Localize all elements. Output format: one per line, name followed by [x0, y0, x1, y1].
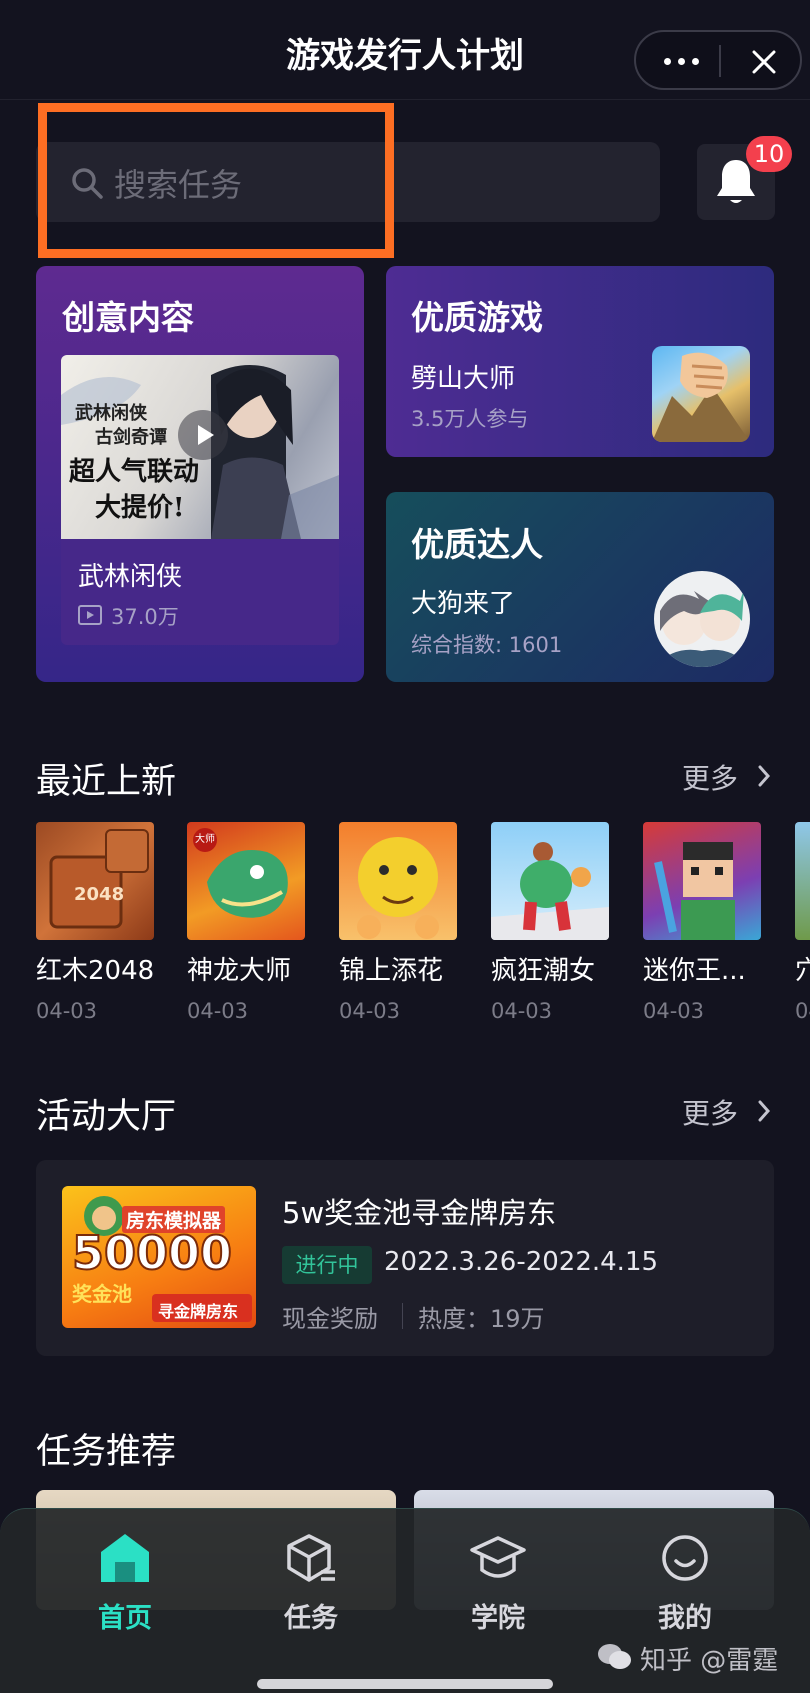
recent-game-date: 04-03 [491, 999, 553, 1023]
video-views-icon [78, 605, 102, 625]
recent-game-item[interactable]: 大师 神龙大师 04-03 [187, 822, 305, 1023]
game-icon [652, 346, 750, 442]
mini-program-capsule [634, 30, 802, 90]
recent-game-item[interactable]: 锦上添花 04-03 [339, 822, 457, 1023]
recent-game-icon [339, 822, 457, 940]
thumb-caption-4: 大提价! [95, 493, 185, 523]
nav-academy-label: 学院 [471, 1603, 525, 1634]
recent-game-icon [491, 822, 609, 940]
recent-game-icon-label: 大师 [193, 828, 217, 852]
recent-game-name: 迷你王... [643, 956, 746, 986]
activity-title: 5w奖金池寻金牌房东 [282, 1196, 557, 1230]
recent-section-title: 最近上新 [36, 762, 177, 802]
capsule-divider [719, 45, 721, 77]
recent-game-name: 疯狂潮女 [491, 956, 596, 986]
more-options-icon[interactable] [656, 48, 706, 74]
game-name: 劈山大师 [411, 364, 516, 394]
nav-home-label: 首页 [98, 1603, 152, 1634]
notification-badge: 10 [746, 136, 792, 172]
activity-section-title: 活动大厅 [36, 1097, 177, 1137]
nav-academy[interactable]: 学院 [443, 1530, 553, 1635]
activity-thumb-line-4: 寻金牌房东 [158, 1302, 239, 1321]
video-views: 37.0万 [111, 605, 179, 629]
recent-game-icon [643, 822, 761, 940]
creative-content-title: 创意内容 [62, 298, 194, 337]
game-participants: 3.5万人参与 [411, 407, 529, 431]
chevron-right-icon [758, 765, 771, 787]
creator-score: 综合指数: 1601 [411, 633, 563, 657]
recent-game-icon-label: 2048 [74, 884, 125, 905]
recent-game-item[interactable]: 迷你王... 04-03 [643, 822, 761, 1023]
nav-profile-label: 我的 [658, 1603, 712, 1634]
wechat-icon [598, 1644, 631, 1669]
activity-dates: 2022.3.26-2022.4.15 [384, 1247, 659, 1277]
tasks-section-title: 任务推荐 [36, 1432, 177, 1472]
recent-game-item[interactable]: 疯狂潮女 04-03 [491, 822, 609, 1023]
status-badge: 进行中 [282, 1246, 372, 1284]
quality-game-title: 优质游戏 [411, 298, 543, 337]
smiley-icon [662, 1535, 708, 1581]
activity-thumb-line-3: 奖金池 [72, 1282, 132, 1306]
graduation-cap-icon [470, 1536, 526, 1578]
activity-heat: 热度：19万 [418, 1305, 545, 1333]
recent-game-date: 04 [795, 999, 810, 1023]
recent-game-icon [795, 822, 810, 940]
activity-reward: 现金奖励 [282, 1305, 378, 1333]
recent-game-date: 04-03 [36, 999, 98, 1023]
activity-more-link[interactable]: 更多 [682, 1092, 738, 1132]
close-icon[interactable] [746, 44, 782, 80]
recent-game-date: 04-03 [187, 999, 249, 1023]
activity-meta-divider [402, 1303, 403, 1329]
watermark: 知乎 @雷霆 [640, 1646, 779, 1676]
recent-game-name: 神龙大师 [187, 956, 292, 986]
cube-icon [287, 1534, 335, 1582]
recent-more-link[interactable]: 更多 [682, 757, 738, 797]
recent-game-item[interactable]: 2048 红木2048 04-03 [36, 822, 154, 1023]
play-icon [198, 425, 214, 445]
recent-game-name: 红木2048 [36, 956, 155, 986]
nav-tasks-label: 任务 [284, 1603, 338, 1634]
quality-creator-title: 优质达人 [411, 525, 543, 564]
recent-game-date: 04-03 [643, 999, 705, 1023]
creator-name: 大狗来了 [411, 589, 516, 619]
recent-game-date: 04-03 [339, 999, 401, 1023]
nav-profile[interactable]: 我的 [630, 1530, 740, 1635]
activity-thumb-line-2: 50000 [71, 1225, 233, 1281]
recent-game-icon: 大师 [187, 822, 305, 940]
recent-game-name: 穴 [795, 950, 810, 987]
annotation-highlight-box [38, 103, 394, 258]
nav-home[interactable]: 首页 [70, 1530, 180, 1635]
activity-thumbnail: 房东模拟器 50000 奖金池 寻金牌房东 [62, 1186, 256, 1328]
home-icon [101, 1534, 149, 1582]
creator-avatar [654, 571, 750, 667]
home-indicator[interactable] [257, 1679, 553, 1689]
recent-games-list: 2048 红木2048 04-03 大师 神龙大师 04-03 锦上添花 04-… [0, 822, 810, 1023]
video-name: 武林闲侠 [78, 562, 183, 592]
recent-game-item[interactable]: 穴 04 [795, 822, 810, 1023]
thumb-caption-2: 古剑奇谭 [95, 427, 167, 448]
chevron-right-icon [758, 1100, 771, 1122]
thumb-caption-1: 武林闲侠 [75, 403, 147, 424]
nav-tasks[interactable]: 任务 [256, 1530, 366, 1635]
play-button[interactable] [178, 410, 228, 460]
recent-game-name: 锦上添花 [339, 956, 444, 986]
header-divider [0, 99, 810, 100]
recent-game-icon: 2048 [36, 822, 154, 940]
